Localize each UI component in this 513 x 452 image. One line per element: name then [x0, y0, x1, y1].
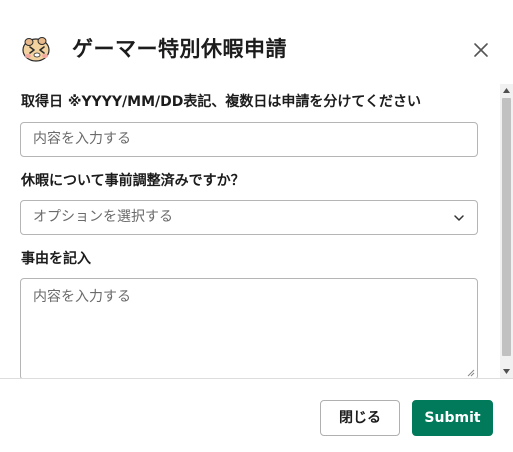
prior-adjustment-label: 休暇について事前調整済みですか？ [21, 173, 245, 189]
modal-header: ゲーマー特別休暇申請 [0, 0, 513, 84]
chevron-down-icon [454, 215, 464, 221]
resize-grip-icon[interactable] [465, 367, 475, 377]
close-modal-button[interactable]: 閉じる [320, 400, 400, 436]
close-icon [474, 43, 488, 57]
date-field-label: 取得日 ※YYYY/MM/DD表記、複数日は申請を分けてください [21, 94, 421, 110]
vertical-scrollbar[interactable] [500, 84, 513, 378]
reason-placeholder: 内容を入力する [33, 289, 131, 305]
scroll-down-arrow-icon[interactable] [500, 365, 513, 378]
modal-title: ゲーマー特別休暇申請 [72, 37, 287, 61]
date-input-placeholder: 内容を入力する [33, 131, 131, 147]
reason-textarea[interactable]: 内容を入力する [20, 278, 478, 378]
submit-button[interactable]: Submit [412, 400, 493, 436]
reason-field-label: 事由を記入 [21, 251, 91, 267]
prior-adjustment-select[interactable]: オプションを選択する [20, 200, 478, 235]
close-button[interactable] [466, 35, 496, 65]
modal-body: 取得日 ※YYYY/MM/DD表記、複数日は申請を分けてください 内容を入力する… [0, 84, 500, 378]
scrollbar-thumb[interactable] [502, 98, 511, 356]
modal-footer: 閉じる Submit [0, 378, 513, 452]
hamster-app-icon [20, 33, 52, 65]
date-input[interactable]: 内容を入力する [20, 122, 478, 157]
scroll-up-arrow-icon[interactable] [500, 84, 513, 97]
prior-adjustment-placeholder: オプションを選択する [33, 209, 173, 225]
